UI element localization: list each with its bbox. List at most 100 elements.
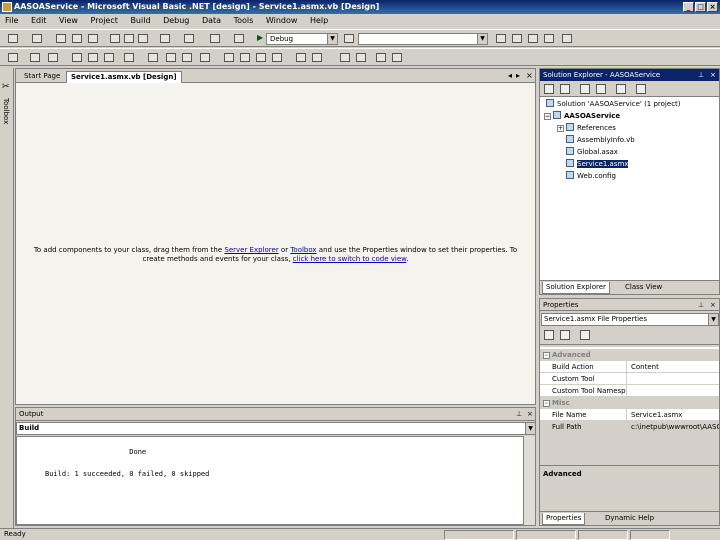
property-row[interactable]: File Name Service1.asmx — [540, 409, 719, 421]
chevron-down-icon[interactable]: ▼ — [708, 314, 718, 325]
collapse-icon[interactable]: − — [544, 113, 551, 120]
view-designer-icon[interactable] — [560, 84, 570, 94]
align-to-grid-icon[interactable] — [124, 53, 134, 62]
property-row[interactable]: Custom Tool Namespace — [540, 385, 719, 397]
tree-project[interactable]: − AASOAService — [544, 111, 620, 121]
minimize-button[interactable]: _ — [683, 2, 694, 12]
make-same-height-icon[interactable] — [166, 53, 176, 62]
alphabetical-icon[interactable] — [560, 330, 570, 340]
expand-icon[interactable]: + — [557, 125, 564, 132]
chevron-down-icon[interactable]: ▼ — [327, 34, 337, 44]
show-all-files-icon[interactable] — [596, 84, 606, 94]
save-all-icon[interactable] — [88, 34, 98, 43]
collapse-icon[interactable]: − — [543, 352, 550, 359]
center-horizontally-icon[interactable] — [340, 53, 350, 62]
bring-to-front-icon[interactable] — [376, 53, 386, 62]
send-to-back-icon[interactable] — [392, 53, 402, 62]
toolbox-tab[interactable]: Toolbox — [2, 98, 10, 124]
output-source-combo[interactable]: Build ▼ — [16, 422, 536, 435]
tab-properties[interactable]: Properties — [542, 513, 586, 525]
options-icon[interactable] — [562, 34, 572, 43]
solution-explorer-icon[interactable] — [496, 34, 506, 43]
category-advanced[interactable]: − Advanced — [540, 349, 719, 361]
server-explorer-link[interactable]: Server Explorer — [224, 246, 278, 254]
code-view-link[interactable]: click here to switch to code view — [293, 255, 407, 263]
remove-horizontal-spacing-icon[interactable] — [272, 53, 282, 62]
property-value[interactable]: Service1.asmx — [629, 409, 719, 421]
increase-vertical-spacing-icon[interactable] — [312, 53, 322, 62]
tree-service1-asmx[interactable]: Service1.asmx — [566, 159, 629, 169]
horizontal-spacing-icon[interactable] — [224, 53, 234, 62]
navigate-back-icon[interactable] — [210, 34, 220, 43]
start-icon[interactable]: ▶ — [257, 33, 263, 42]
pin-icon[interactable]: ⊥ — [516, 408, 522, 420]
decrease-horizontal-spacing-icon[interactable] — [256, 53, 266, 62]
output-scrollbar[interactable] — [523, 436, 535, 525]
copy-project-icon[interactable] — [636, 84, 646, 94]
find-in-files-icon[interactable] — [344, 34, 354, 43]
class-view-icon[interactable] — [544, 34, 554, 43]
property-value[interactable]: c:\inetpub\wwwroot\AASOA — [629, 421, 719, 433]
tab-scroll-right-icon[interactable]: ▸ — [516, 71, 520, 80]
menu-file[interactable]: File — [0, 14, 23, 28]
navigate-forward-icon[interactable] — [234, 34, 244, 43]
tab-start-page[interactable]: Start Page — [20, 71, 64, 83]
chevron-down-icon[interactable]: ▼ — [525, 423, 535, 434]
tree-assemblyinfo[interactable]: AssemblyInfo.vb — [566, 135, 635, 145]
align-bottoms-icon[interactable] — [104, 53, 114, 62]
menu-data[interactable]: Data — [197, 14, 226, 28]
output-text[interactable]: Done Build: 1 succeeded, 0 failed, 0 ski… — [16, 436, 524, 525]
categorized-icon[interactable] — [544, 330, 554, 340]
increase-horizontal-spacing-icon[interactable] — [240, 53, 250, 62]
menu-help[interactable]: Help — [305, 14, 333, 28]
toolbox-icon[interactable] — [528, 34, 538, 43]
properties-object-combo[interactable]: Service1.asmx File Properties ▼ — [541, 313, 719, 326]
center-vertically-icon[interactable] — [356, 53, 366, 62]
property-row[interactable]: Custom Tool — [540, 373, 719, 385]
category-misc[interactable]: − Misc — [540, 397, 719, 409]
view-code-icon[interactable] — [544, 84, 554, 94]
undo-icon[interactable] — [160, 34, 170, 43]
design-surface[interactable]: To add components to your class, drag th… — [16, 83, 535, 404]
property-row[interactable]: Full Path c:\inetpub\wwwroot\AASOA — [540, 421, 719, 433]
solution-config-combo[interactable]: Debug ▼ — [266, 33, 338, 45]
tab-scroll-left-icon[interactable]: ◂ — [508, 71, 512, 80]
refresh-icon[interactable] — [580, 84, 590, 94]
close-document-icon[interactable]: × — [526, 71, 533, 80]
open-file-icon[interactable] — [56, 34, 66, 43]
align-rights-icon[interactable] — [48, 53, 58, 62]
save-icon[interactable] — [72, 34, 82, 43]
paste-icon[interactable] — [138, 34, 148, 43]
align-middles-icon[interactable] — [88, 53, 98, 62]
menu-debug[interactable]: Debug — [158, 14, 194, 28]
tree-web-config[interactable]: Web.config — [566, 171, 616, 181]
property-value[interactable]: Content — [629, 361, 719, 373]
make-same-width-icon[interactable] — [148, 53, 158, 62]
tab-solution-explorer[interactable]: Solution Explorer — [542, 282, 610, 294]
property-row[interactable]: Build Action Content — [540, 361, 719, 373]
menu-window[interactable]: Window — [261, 14, 303, 28]
new-project-icon[interactable] — [8, 34, 18, 43]
collapse-icon[interactable]: − — [543, 400, 550, 407]
close-icon[interactable]: × — [710, 69, 716, 81]
cut-icon[interactable] — [110, 34, 120, 43]
find-combo[interactable]: ▼ — [358, 33, 488, 45]
close-button[interactable]: × — [707, 2, 718, 12]
tree-references[interactable]: + References — [557, 123, 616, 133]
redo-icon[interactable] — [184, 34, 194, 43]
copy-icon[interactable] — [124, 34, 134, 43]
menu-project[interactable]: Project — [86, 14, 123, 28]
chevron-down-icon[interactable]: ▼ — [477, 34, 487, 44]
property-pages-icon[interactable] — [580, 330, 590, 340]
close-icon[interactable]: × — [527, 408, 533, 420]
menu-edit[interactable]: Edit — [26, 14, 52, 28]
toolbox-link[interactable]: Toolbox — [290, 246, 316, 254]
make-same-size-icon[interactable] — [182, 53, 192, 62]
tree-global-asax[interactable]: Global.asax — [566, 147, 618, 157]
pin-icon[interactable]: ⊥ — [698, 69, 704, 81]
vertical-spacing-icon[interactable] — [296, 53, 306, 62]
align-tops-icon[interactable] — [72, 53, 82, 62]
properties-icon[interactable] — [512, 34, 522, 43]
tree-solution[interactable]: Solution 'AASOAService' (1 project) — [546, 99, 681, 109]
add-item-icon[interactable] — [32, 34, 42, 43]
